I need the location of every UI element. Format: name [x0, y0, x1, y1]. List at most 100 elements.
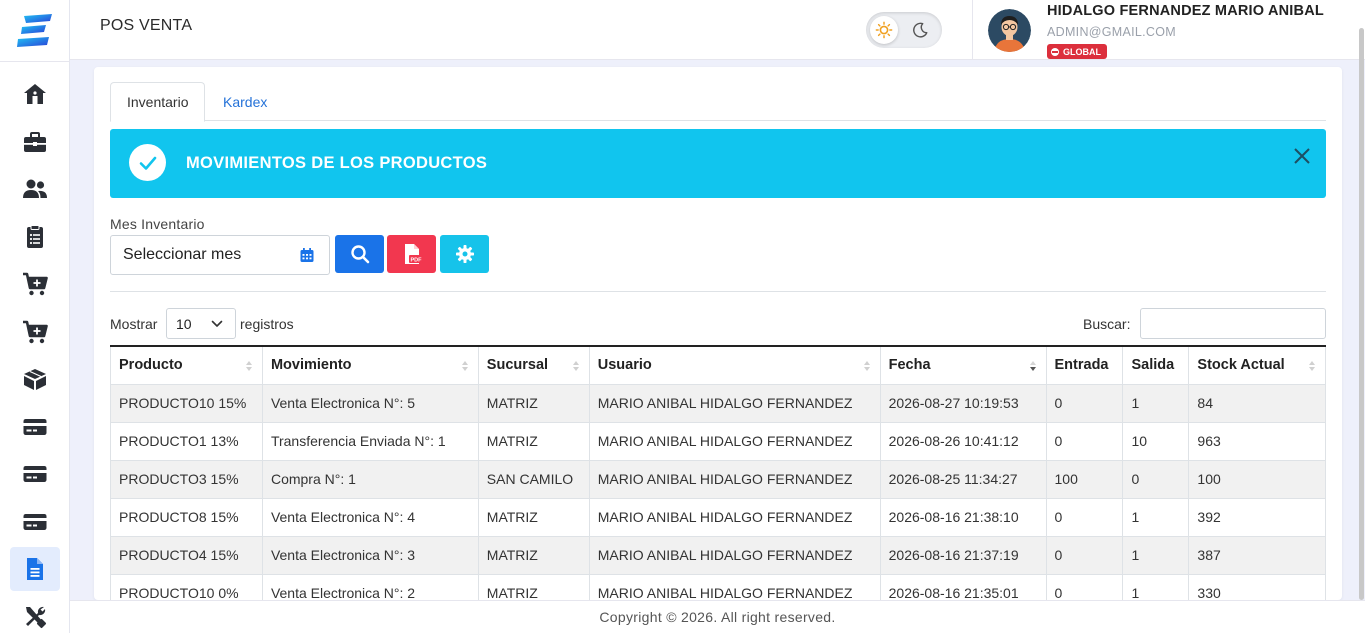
month-picker-input[interactable]: Seleccionar mes: [110, 235, 330, 275]
column-header[interactable]: Movimiento: [261, 345, 479, 385]
table-cell: MATRIZ: [477, 498, 590, 537]
sidebar-item-12[interactable]: [10, 595, 60, 633]
light-mode-button[interactable]: [870, 16, 898, 44]
table-cell: 0: [1045, 422, 1123, 461]
sort-icon: [572, 361, 579, 371]
copyright-text: Copyright © 2026. All right reserved.: [599, 609, 836, 625]
sidebar-item-6[interactable]: [10, 310, 60, 354]
close-icon[interactable]: [1291, 145, 1313, 167]
table-cell: 100: [1188, 460, 1326, 499]
table-cell: MARIO ANIBAL HIDALGO FERNANDEZ: [588, 536, 881, 575]
column-header-label: Fecha: [888, 357, 931, 374]
sidebar-item-4[interactable]: [10, 215, 60, 259]
column-header[interactable]: Producto: [110, 345, 263, 385]
settings-button[interactable]: [440, 235, 489, 273]
user-role-badge: GLOBAL: [1047, 44, 1107, 59]
header-separator: [972, 0, 973, 60]
table-cell: Venta Electronica N°: 5: [261, 384, 479, 423]
column-header[interactable]: Fecha: [879, 345, 1046, 385]
gear-icon: [455, 245, 474, 263]
sidebar-item-2[interactable]: [10, 120, 60, 164]
table-row[interactable]: PRODUCTO10 15% Venta Electronica N°: 5 MAT…: [110, 384, 1326, 423]
table-cell: MATRIZ: [477, 536, 590, 575]
sidebar-item-8[interactable]: [10, 405, 60, 449]
sidebar-item-1[interactable]: [10, 72, 60, 116]
sort-icon: [863, 361, 870, 371]
export-pdf-button[interactable]: PDF: [387, 235, 436, 273]
table-cell: MARIO ANIBAL HIDALGO FERNANDEZ: [588, 460, 881, 499]
column-header[interactable]: Entrada: [1045, 345, 1123, 385]
table-cell: MARIO ANIBAL HIDALGO FERNANDEZ: [588, 498, 881, 537]
app-logo[interactable]: [0, 0, 70, 62]
table-cell: Venta Electronica N°: 4: [261, 498, 479, 537]
sidebar-item-10[interactable]: [10, 500, 60, 544]
user-avatar[interactable]: [988, 9, 1031, 52]
logo-icon: [17, 13, 52, 47]
table-cell: PRODUCTO1 13%: [110, 422, 263, 461]
box-icon: [23, 369, 46, 390]
card-icon: [23, 418, 46, 435]
moon-icon: [913, 22, 928, 38]
table-cell: 0: [1122, 460, 1189, 499]
search-button[interactable]: [335, 235, 384, 273]
sidebar-item-7[interactable]: [10, 357, 60, 401]
table-cell: 1: [1122, 536, 1189, 575]
table-row[interactable]: PRODUCTO4 15% Venta Electronica N°: 3 MATR…: [110, 536, 1326, 575]
search-icon: [350, 245, 369, 264]
table-row[interactable]: PRODUCTO3 15% Compra N°: 1 SAN CAMILO MARIO…: [110, 460, 1326, 499]
cart-plus-icon: [22, 272, 48, 296]
show-entries-label: Mostrar: [110, 316, 158, 332]
table-row[interactable]: PRODUCTO1 13% Transferencia Enviada N°: 1…: [110, 422, 1326, 461]
table-row[interactable]: PRODUCTO10 0% Venta Electronica N°: 2 MATR…: [110, 574, 1326, 600]
theme-toggle[interactable]: [866, 12, 942, 48]
dark-mode-button[interactable]: [906, 16, 934, 44]
tab-kardex[interactable]: Kardex: [207, 82, 283, 121]
sidebar-item-9[interactable]: [10, 452, 60, 496]
column-header-label: Producto: [119, 357, 183, 374]
column-header[interactable]: Usuario: [588, 345, 881, 385]
column-header-label: Salida: [1131, 357, 1175, 374]
sidebar-item-3[interactable]: [10, 167, 60, 211]
show-entries-suffix: registros: [240, 316, 294, 332]
table-cell: PRODUCTO3 15%: [110, 460, 263, 499]
page-scrollbar[interactable]: [1359, 28, 1364, 600]
table-cell: 100: [1045, 460, 1123, 499]
table-cell: 387: [1188, 536, 1326, 575]
calendar-icon: [300, 248, 314, 262]
card-icon: [23, 466, 46, 482]
user-email: ADMIN@GMAIL.COM: [1047, 25, 1176, 39]
check-circle-icon: [129, 144, 166, 181]
column-header-label: Movimiento: [270, 357, 352, 374]
main-card: Inventario Kardex MOVIMIENTOS DE LOS PRO…: [94, 67, 1342, 600]
table-search-input[interactable]: [1140, 308, 1326, 339]
tab-inventario[interactable]: Inventario: [110, 82, 206, 122]
table-cell: Venta Electronica N°: 3: [261, 536, 479, 575]
minus-circle-icon: [1051, 47, 1059, 56]
section-banner: MOVIMIENTOS DE LOS PRODUCTOS: [110, 129, 1326, 198]
table-cell: PRODUCTO4 15%: [110, 536, 263, 575]
home-icon: [23, 84, 46, 104]
top-header: POS VENTA HIDALGO FERNANDEZ MARIO ANIBAL…: [70, 0, 1365, 60]
column-header[interactable]: Stock Actual: [1188, 345, 1326, 385]
sort-desc-icon: [1029, 361, 1036, 371]
column-header-label: Stock Actual: [1197, 357, 1285, 374]
column-header[interactable]: Salida: [1122, 345, 1189, 385]
table-row[interactable]: PRODUCTO8 15% Venta Electronica N°: 4 MATR…: [110, 498, 1326, 537]
search-label: Buscar:: [1083, 316, 1131, 332]
page-size-select[interactable]: 10: [166, 308, 236, 339]
sort-icon: [461, 361, 468, 371]
chevron-down-icon: [211, 320, 223, 327]
sort-icon: [1309, 361, 1315, 371]
sort-icon: [245, 361, 252, 371]
month-picker-placeholder: Seleccionar mes: [123, 246, 242, 263]
column-header-label: Entrada: [1054, 357, 1109, 374]
table-cell: 392: [1188, 498, 1326, 537]
table-cell: 2026-08-16 21:35:01: [879, 574, 1046, 600]
sidebar-item-11[interactable]: [9, 547, 60, 591]
column-header[interactable]: Sucursal: [477, 345, 590, 385]
table-cell: 2026-08-25 11:34:27: [879, 460, 1046, 499]
page-size-value: 10: [176, 315, 192, 332]
users-icon: [22, 179, 47, 198]
sidebar-item-5[interactable]: [10, 262, 60, 306]
app-title: POS VENTA: [100, 17, 193, 34]
